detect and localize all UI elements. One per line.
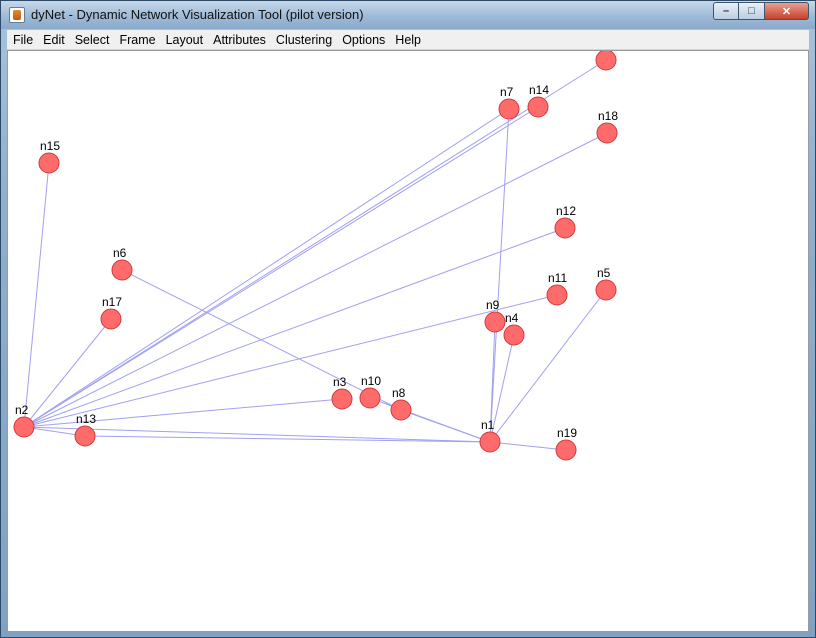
window-controls: – □ ✕ xyxy=(713,2,809,20)
node-label-n7: n7 xyxy=(500,85,514,99)
node-label-n9: n9 xyxy=(486,298,500,312)
edge-n2-n7[interactable] xyxy=(23,108,510,428)
node-n4[interactable] xyxy=(503,324,525,346)
node-n13[interactable] xyxy=(74,425,96,447)
node-n19[interactable] xyxy=(555,439,577,461)
node-label-n17: n17 xyxy=(102,295,122,309)
node-label-n18: n18 xyxy=(598,109,618,123)
window-title: dyNet - Dynamic Network Visualization To… xyxy=(31,7,364,22)
node-n11[interactable] xyxy=(546,284,568,306)
node-n8[interactable] xyxy=(390,399,412,421)
node-n15[interactable] xyxy=(38,152,60,174)
edge-n1-n7[interactable] xyxy=(489,108,510,443)
edge-n2-n14[interactable] xyxy=(23,106,539,428)
node-n5[interactable] xyxy=(595,279,617,301)
node-label-n5: n5 xyxy=(597,266,611,280)
node-label-n10: n10 xyxy=(361,374,381,388)
menu-help[interactable]: Help xyxy=(389,30,425,50)
node-n1[interactable] xyxy=(479,431,501,453)
network-graph[interactable]: n1 n2 n3 n4 n5 n6 n7 n8 n9 n10 n11 n12 n13 n14 n15 n17 n… xyxy=(8,51,808,631)
node-n2[interactable] xyxy=(13,416,35,438)
minimize-button[interactable]: – xyxy=(713,2,739,20)
menu-options[interactable]: Options xyxy=(336,30,389,50)
node-label-n8: n8 xyxy=(392,386,406,400)
node-label-n13: n13 xyxy=(76,412,96,426)
node-label-n12: n12 xyxy=(556,204,576,218)
java-app-icon[interactable] xyxy=(9,7,25,23)
node-label-n11: n11 xyxy=(548,271,567,285)
node-label-n2: n2 xyxy=(15,403,29,417)
edge-n1-n10[interactable] xyxy=(369,397,491,443)
edge-n2-n20[interactable] xyxy=(23,59,607,428)
menu-file[interactable]: File xyxy=(7,30,37,50)
node-label-n15: n15 xyxy=(40,139,60,153)
menu-edit[interactable]: Edit xyxy=(37,30,69,50)
node-n20[interactable] xyxy=(595,51,617,71)
node-label-n6: n6 xyxy=(113,246,127,260)
node-label-n4: n4 xyxy=(505,311,519,325)
app-window: dyNet - Dynamic Network Visualization To… xyxy=(0,0,816,638)
menu-frame[interactable]: Frame xyxy=(113,30,159,50)
node-n10[interactable] xyxy=(359,387,381,409)
node-n7[interactable] xyxy=(498,98,520,120)
node-n6[interactable] xyxy=(111,259,133,281)
menu-clustering[interactable]: Clustering xyxy=(270,30,336,50)
edge-n13-n1[interactable] xyxy=(84,435,491,443)
edge-n2-n15[interactable] xyxy=(23,162,50,428)
node-label-n1: n1 xyxy=(481,418,495,432)
maximize-button[interactable]: □ xyxy=(739,2,765,20)
close-button[interactable]: ✕ xyxy=(765,2,809,20)
node-n17[interactable] xyxy=(100,308,122,330)
node-label-n19: n19 xyxy=(557,426,577,440)
node-n12[interactable] xyxy=(554,217,576,239)
menu-select[interactable]: Select xyxy=(69,30,114,50)
node-n18[interactable] xyxy=(596,122,618,144)
menu-attributes[interactable]: Attributes xyxy=(207,30,270,50)
edge-n1-n19[interactable] xyxy=(489,441,567,451)
title-bar[interactable]: dyNet - Dynamic Network Visualization To… xyxy=(1,1,815,29)
node-label-n14: n14 xyxy=(529,83,549,97)
menu-layout[interactable]: Layout xyxy=(160,30,208,50)
node-n14[interactable] xyxy=(527,96,549,118)
node-n9[interactable] xyxy=(484,311,506,333)
network-canvas[interactable]: n1 n2 n3 n4 n5 n6 n7 n8 n9 n10 n11 n12 n13 n14 n15 n17 n… xyxy=(7,50,809,632)
node-label-n3: n3 xyxy=(333,375,347,389)
menu-bar: File Edit Select Frame Layout Attributes… xyxy=(7,30,809,50)
node-n3[interactable] xyxy=(331,388,353,410)
edge-n2-n18[interactable] xyxy=(23,132,608,428)
